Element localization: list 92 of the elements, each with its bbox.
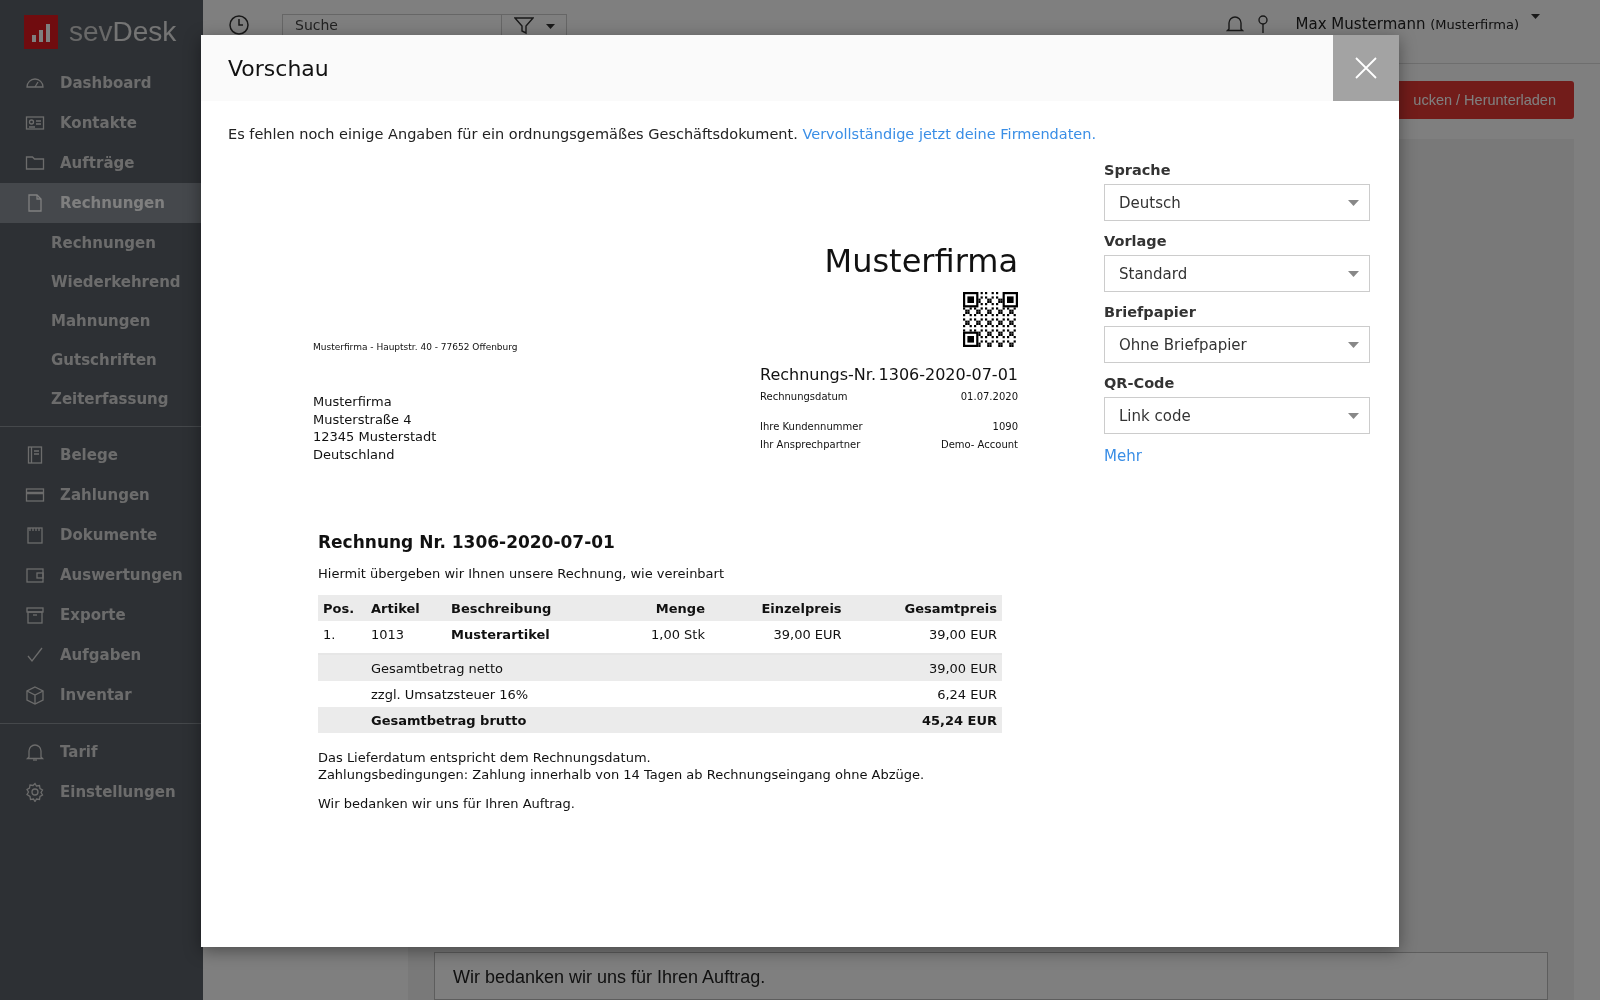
total-label: Gesamtbetrag netto xyxy=(366,654,847,681)
nav-item[interactable]: Aufträge xyxy=(0,143,203,183)
caret-icon xyxy=(545,23,555,29)
column-header: Pos. xyxy=(318,595,366,621)
user-menu[interactable]: Max Mustermann (Musterfirma) xyxy=(1295,15,1519,34)
select-field[interactable]: Deutsch xyxy=(1104,184,1370,221)
book-icon xyxy=(25,445,45,465)
bell-icon xyxy=(25,742,45,762)
folder-icon xyxy=(25,153,45,173)
note-text: Das Lieferdatum entspricht dem Rechnungsdatum. xyxy=(318,749,652,766)
table-cell: Musterartikel xyxy=(446,621,614,654)
caret-icon xyxy=(1348,270,1359,277)
select-field[interactable]: Link code xyxy=(1104,397,1370,434)
address-line: 12345 Musterstadt xyxy=(313,428,438,446)
table-cell: 39,00 EUR xyxy=(846,621,1002,654)
invoice-title: Rechnung Nr. 1306-2020-07-01 xyxy=(318,532,616,552)
field-label: QR-Code xyxy=(1104,375,1176,391)
table-cell: 39,00 EUR xyxy=(710,621,847,654)
column-header: Einzelpreis xyxy=(710,595,847,621)
table-cell: 1. xyxy=(318,621,366,654)
closing-text: Wir bedanken wir uns für Ihren Auftrag. xyxy=(318,796,576,811)
creditcard-icon xyxy=(25,485,45,505)
meta-value: 01.07.2020 xyxy=(960,390,1018,404)
nav-subitem[interactable]: Mahnungen xyxy=(0,301,203,340)
notepad-icon xyxy=(25,525,45,545)
table-cell: 1,00 Stk xyxy=(613,621,710,654)
column-header: Menge xyxy=(613,595,710,621)
nav-item[interactable]: Auswertungen xyxy=(0,555,203,595)
invoice-number-label: Rechnungs-Nr. xyxy=(760,365,877,384)
meta-label: Ihre Kundennummer xyxy=(760,420,863,434)
wallet-icon xyxy=(25,565,45,585)
meta-value: Demo- Account xyxy=(940,438,1018,452)
nav-item[interactable]: Dashboard xyxy=(0,63,203,103)
box-icon xyxy=(25,685,45,705)
column-header: Gesamtpreis xyxy=(846,595,1002,621)
field-label: Briefpapier xyxy=(1104,304,1197,320)
nav-subitem[interactable]: Rechnungen xyxy=(0,223,203,262)
meta-label: Rechnungsdatum xyxy=(760,390,848,404)
caret-icon xyxy=(1348,341,1359,348)
caret-icon xyxy=(1348,199,1359,206)
doc-icon xyxy=(25,193,45,213)
nav-item[interactable]: Dokumente xyxy=(0,515,203,555)
caret-icon xyxy=(1348,412,1359,419)
total-label: Gesamtbetrag brutto xyxy=(366,707,847,733)
note-text: Zahlungsbedingungen: Zahlung innerhalb von 14 Tagen ab Rechnungseingang ohne Abzüge. xyxy=(318,766,926,783)
total-value: 39,00 EUR xyxy=(846,654,1002,681)
meta-value: 1090 xyxy=(992,420,1018,434)
nav-item[interactable]: Inventar xyxy=(0,675,203,715)
dialog-title: Vorschau xyxy=(228,55,329,81)
qr-code xyxy=(963,292,1018,347)
nav-item[interactable]: Kontakte xyxy=(0,103,203,143)
total-label: zzgl. Umsatzsteuer 16% xyxy=(366,681,847,707)
address-line: Musterstraße 4 xyxy=(313,410,413,428)
gear-icon xyxy=(25,782,45,802)
company-name: Musterfirma xyxy=(823,242,1018,280)
sender-line: Musterfirma - Hauptstr. 40 - 77652 Offenburg xyxy=(313,342,518,352)
logo-text: sevDesk xyxy=(69,16,177,48)
nav-item[interactable]: Belege xyxy=(0,435,203,475)
notice-text: Es fehlen noch einige Angaben für ein ordnungsgemäßes Geschäftsdokument. Vervollständige jetzt deine Firmendaten. xyxy=(228,126,1098,142)
archive-icon xyxy=(25,605,45,625)
address-line: Musterfirma xyxy=(313,393,393,411)
bell-icon[interactable] xyxy=(1225,14,1244,34)
total-value: 45,24 EUR xyxy=(846,707,1002,733)
invoice-number: 1306-2020-07-01 xyxy=(878,365,1018,384)
nav-subitem[interactable]: Zeiterfassung xyxy=(0,379,203,418)
meta-label: Ihr Ansprechpartner xyxy=(760,438,861,452)
select-field[interactable]: Ohne Briefpapier xyxy=(1104,326,1370,363)
total-value: 6,24 EUR xyxy=(846,681,1002,707)
intro-text: Hiermit übergeben wir Ihnen unsere Rechnung, wie vereinbart xyxy=(318,566,726,581)
card-icon xyxy=(25,113,45,133)
nav-item[interactable]: Einstellungen xyxy=(0,772,203,812)
logo-icon xyxy=(24,15,58,49)
nav-item[interactable]: Aufgaben xyxy=(0,635,203,675)
more-link[interactable]: Mehr xyxy=(1104,447,1142,465)
text-field[interactable]: Wir bedanken wir uns für Ihren Auftrag. xyxy=(434,952,1548,1000)
nav-subitem[interactable]: Gutschriften xyxy=(0,340,203,379)
address-line: Deutschland xyxy=(313,445,396,463)
nav-subitem[interactable]: Wiederkehrend xyxy=(0,262,203,301)
nav-item[interactable]: Exporte xyxy=(0,595,203,635)
field-label: Sprache xyxy=(1104,162,1172,178)
filter-icon xyxy=(513,17,534,35)
select-field[interactable]: Standard xyxy=(1104,255,1370,292)
table-cell: 1013 xyxy=(366,621,446,654)
nav-item[interactable]: Zahlungen xyxy=(0,475,203,515)
column-header: Artikel xyxy=(366,595,446,621)
field-label: Vorlage xyxy=(1104,233,1168,249)
company-data-link[interactable]: Vervollständige jetzt deine Firmendaten. xyxy=(802,126,1097,142)
caret-icon xyxy=(1531,14,1540,19)
close-icon xyxy=(1355,57,1377,79)
column-header: Beschreibung xyxy=(446,595,614,621)
history-icon[interactable] xyxy=(228,14,250,36)
nav-item[interactable]: Tarif xyxy=(0,732,203,772)
